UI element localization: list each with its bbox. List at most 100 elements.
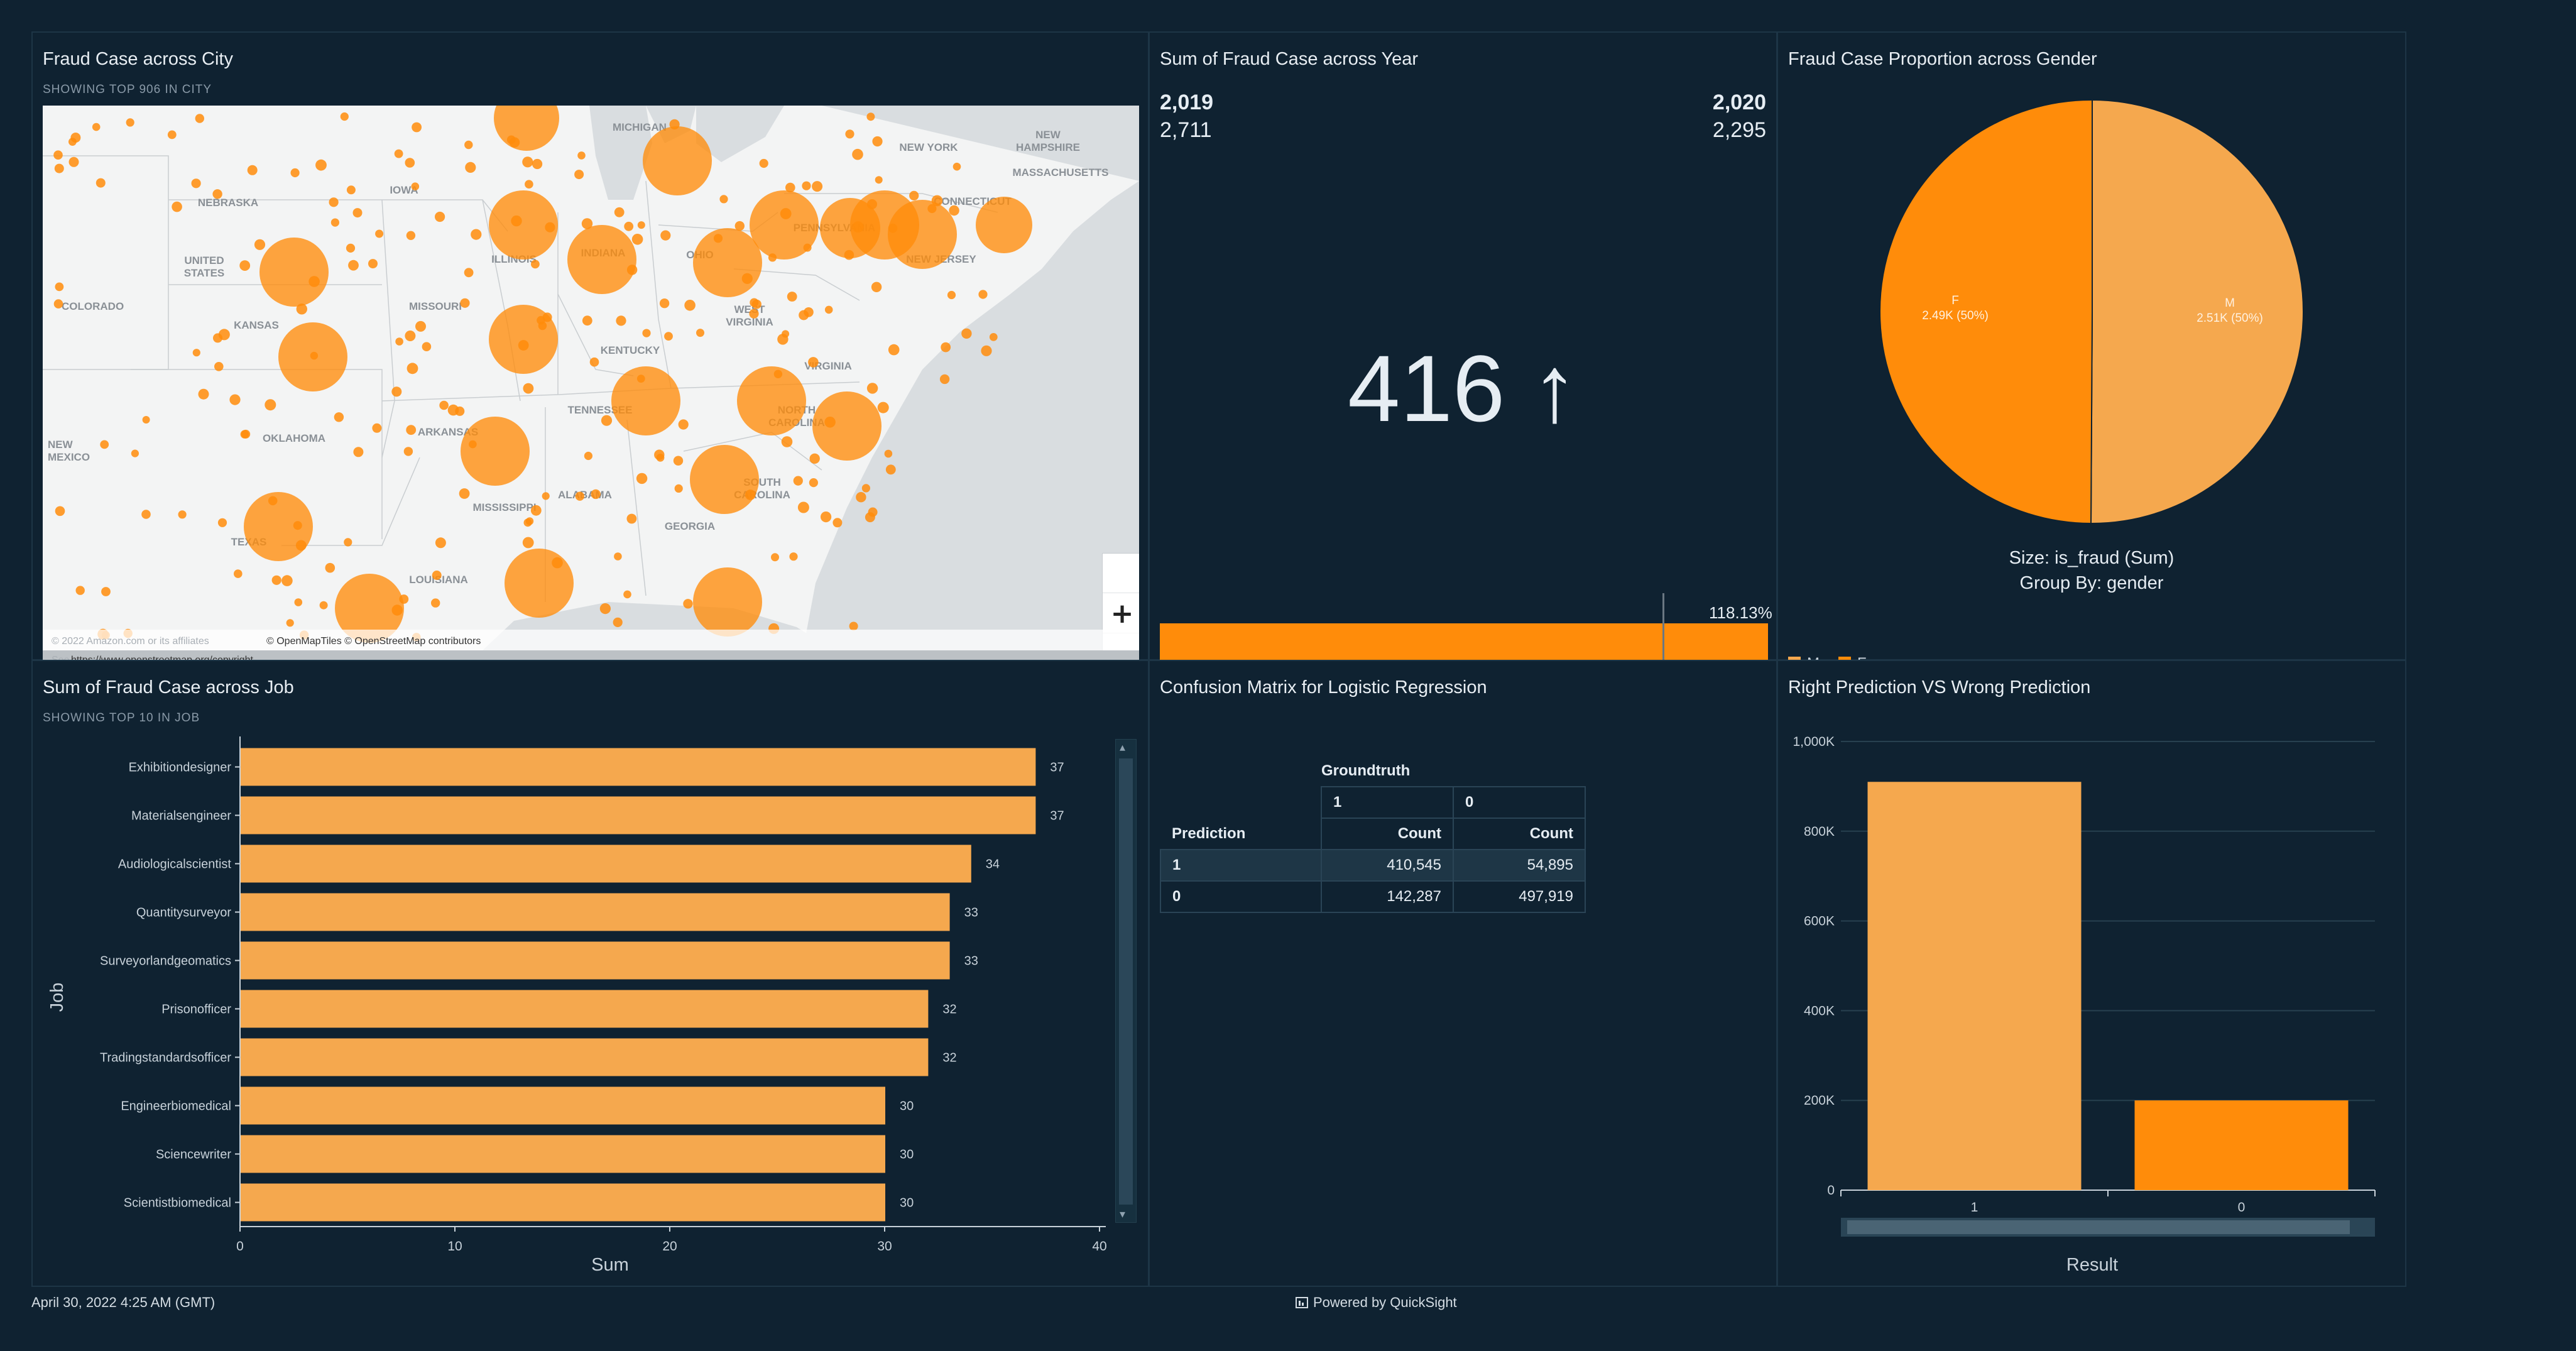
city-marker[interactable]	[522, 156, 533, 168]
city-marker-large[interactable]	[611, 366, 680, 435]
city-marker[interactable]	[809, 453, 820, 464]
city-marker[interactable]	[391, 604, 403, 616]
city-marker[interactable]	[247, 165, 258, 175]
city-marker[interactable]	[787, 292, 797, 302]
city-marker[interactable]	[460, 298, 470, 308]
city-marker[interactable]	[53, 150, 63, 160]
city-marker[interactable]	[239, 260, 251, 271]
city-marker[interactable]	[431, 598, 440, 608]
city-marker[interactable]	[346, 243, 356, 253]
city-marker[interactable]	[178, 510, 187, 519]
job-bar[interactable]	[241, 1086, 885, 1125]
city-marker[interactable]	[435, 537, 446, 549]
city-marker[interactable]	[660, 230, 671, 241]
city-marker[interactable]	[96, 178, 106, 188]
zoom-in-button[interactable]: +	[1103, 594, 1139, 633]
city-marker[interactable]	[325, 562, 336, 573]
city-marker[interactable]	[952, 162, 961, 171]
city-marker[interactable]	[589, 357, 599, 367]
pred-bar[interactable]	[2134, 1100, 2349, 1190]
city-marker[interactable]	[713, 234, 723, 243]
city-marker[interactable]	[636, 375, 645, 383]
city-marker[interactable]	[511, 215, 522, 227]
city-marker[interactable]	[391, 386, 402, 397]
city-marker[interactable]	[240, 430, 249, 439]
city-marker[interactable]	[538, 321, 547, 331]
city-marker[interactable]	[234, 569, 243, 578]
city-marker[interactable]	[852, 148, 863, 160]
city-marker-large[interactable]	[259, 238, 329, 307]
city-marker[interactable]	[412, 122, 422, 133]
city-marker[interactable]	[406, 425, 417, 435]
city-marker[interactable]	[531, 260, 540, 269]
city-marker[interactable]	[852, 221, 864, 233]
city-marker[interactable]	[909, 190, 919, 200]
city-marker[interactable]	[368, 259, 378, 269]
city-marker[interactable]	[330, 218, 339, 227]
job-bar[interactable]	[241, 1183, 885, 1222]
city-marker[interactable]	[407, 363, 418, 375]
city-marker[interactable]	[344, 538, 352, 547]
city-marker[interactable]	[931, 195, 943, 207]
city-marker[interactable]	[353, 447, 364, 457]
city-marker[interactable]	[75, 586, 85, 595]
job-bar[interactable]	[241, 796, 1036, 834]
city-marker[interactable]	[195, 114, 204, 123]
city-marker[interactable]	[989, 333, 998, 341]
city-marker[interactable]	[868, 507, 878, 517]
city-marker[interactable]	[626, 513, 637, 524]
city-marker[interactable]	[286, 619, 294, 627]
city-marker[interactable]	[192, 349, 200, 357]
city-marker[interactable]	[793, 476, 803, 486]
scroll-up-icon[interactable]: ▴	[1120, 741, 1125, 754]
city-marker[interactable]	[809, 478, 818, 488]
city-marker[interactable]	[310, 351, 319, 360]
city-marker[interactable]	[405, 331, 416, 341]
scroll-down-icon[interactable]: ▾	[1120, 1208, 1125, 1221]
city-marker[interactable]	[614, 552, 622, 561]
city-marker[interactable]	[290, 168, 300, 178]
city-marker[interactable]	[172, 201, 182, 212]
city-marker[interactable]	[422, 342, 432, 351]
city-marker[interactable]	[785, 182, 795, 193]
city-marker[interactable]	[229, 394, 241, 405]
city-marker[interactable]	[469, 440, 477, 449]
city-marker[interactable]	[352, 208, 363, 218]
city-marker[interactable]	[939, 374, 950, 385]
city-marker-large[interactable]	[737, 366, 806, 435]
city-marker[interactable]	[167, 130, 177, 139]
city-marker[interactable]	[654, 449, 665, 460]
city-marker[interactable]	[844, 249, 854, 260]
city-marker[interactable]	[319, 601, 328, 610]
city-marker[interactable]	[403, 447, 413, 456]
pred-scrollbar-thumb[interactable]	[1847, 1220, 2350, 1234]
city-marker[interactable]	[100, 440, 109, 449]
city-marker[interactable]	[821, 511, 832, 523]
city-marker[interactable]	[465, 161, 476, 173]
city-marker[interactable]	[802, 181, 811, 190]
city-marker-large[interactable]	[690, 445, 759, 514]
city-marker[interactable]	[824, 305, 833, 314]
city-marker[interactable]	[871, 282, 882, 292]
city-marker[interactable]	[875, 176, 883, 184]
city-marker[interactable]	[552, 557, 563, 569]
city-marker[interactable]	[582, 315, 592, 326]
city-marker[interactable]	[346, 185, 356, 195]
city-marker[interactable]	[856, 492, 866, 503]
city-marker[interactable]	[782, 330, 790, 338]
city-marker-large[interactable]	[693, 228, 762, 297]
city-marker[interactable]	[439, 400, 449, 410]
pred-bar[interactable]	[1867, 782, 2082, 1190]
city-marker[interactable]	[523, 383, 534, 394]
city-marker[interactable]	[308, 276, 320, 287]
city-marker[interactable]	[447, 404, 459, 416]
job-scrollbar[interactable]: ▴ ▾	[1115, 739, 1137, 1223]
city-marker[interactable]	[861, 484, 870, 493]
city-marker[interactable]	[131, 449, 139, 457]
city-marker[interactable]	[395, 337, 403, 346]
city-marker[interactable]	[406, 231, 416, 240]
city-marker[interactable]	[584, 451, 593, 461]
city-marker[interactable]	[522, 537, 534, 549]
city-marker[interactable]	[525, 180, 533, 189]
city-marker[interactable]	[574, 170, 584, 180]
